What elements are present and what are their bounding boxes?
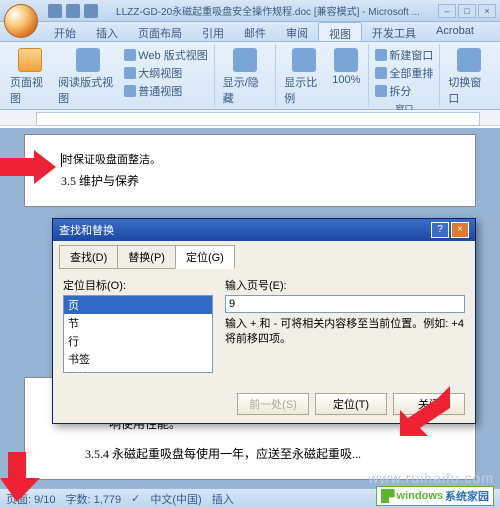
group-zoom: 显示比例 100% 显示比例 <box>276 44 369 107</box>
page-number-label: 输入页号(E): <box>225 277 465 293</box>
previous-button: 前一处(S) <box>237 393 309 415</box>
reading-view-button[interactable]: 阅读版式视图 <box>54 46 122 108</box>
list-item[interactable]: 批注 <box>64 368 212 373</box>
tab-insert[interactable]: 插入 <box>86 22 128 41</box>
dialog-tabs: 查找(D) 替换(P) 定位(G) <box>53 241 475 269</box>
tab-review[interactable]: 审阅 <box>276 22 318 41</box>
dialog-title: 查找和替换 <box>59 222 114 238</box>
dialog-tab-goto[interactable]: 定位(G) <box>175 245 235 269</box>
zoom-100-button[interactable]: 100% <box>328 46 364 108</box>
undo-icon[interactable] <box>66 4 80 18</box>
close-window-button[interactable]: × <box>478 4 496 18</box>
annotation-arrow <box>0 150 56 184</box>
page-view-button[interactable]: 页面视图 <box>6 46 54 108</box>
annotation-arrow <box>0 452 40 502</box>
switch-window-icon <box>457 48 481 72</box>
redo-icon[interactable] <box>84 4 98 18</box>
maximize-button[interactable]: □ <box>458 4 476 18</box>
dialog-tab-find[interactable]: 查找(D) <box>59 245 118 269</box>
status-proofing[interactable]: ✓ <box>131 492 140 505</box>
document-page[interactable]: 时保证吸盘面整洁。 3.5 维护与保养 <box>24 134 476 207</box>
annotation-arrow <box>400 386 450 436</box>
status-language[interactable]: 中文(中国) <box>150 491 201 507</box>
page-view-icon <box>18 48 42 72</box>
ribbon-tabs: 开始 插入 页面布局 引用 邮件 审阅 视图 开发工具 Acrobat <box>0 22 500 42</box>
tab-references[interactable]: 引用 <box>192 22 234 41</box>
list-item[interactable]: 页 <box>64 296 212 314</box>
zoom-icon <box>292 48 316 72</box>
save-icon[interactable] <box>48 4 62 18</box>
group-switch-macro: 切换窗口 宏 <box>440 44 498 107</box>
site-watermark: www.ruihaifu.com <box>368 470 494 486</box>
doc-text: 3.5.4 永磁起重吸盘每使用一年，应送至永磁起重吸... <box>61 444 439 466</box>
group-window: 新建窗口 全部重排 拆分 窗口 <box>369 44 440 107</box>
goto-target-listbox[interactable]: 页 节 行 书签 批注 脚注 <box>63 295 213 373</box>
page-number-input[interactable] <box>225 295 465 313</box>
ribbon: 页面视图 阅读版式视图 Web 版式视图 大纲视图 普通视图 文档视图 显示/隐… <box>0 42 500 110</box>
group-document-views: 页面视图 阅读版式视图 Web 版式视图 大纲视图 普通视图 文档视图 <box>2 44 215 107</box>
list-item[interactable]: 行 <box>64 332 212 350</box>
switch-window-button[interactable]: 切换窗口 <box>444 46 494 108</box>
tab-view[interactable]: 视图 <box>318 22 362 41</box>
doc-text: 时保证吸盘面整洁。 <box>62 154 161 166</box>
minimize-button[interactable]: – <box>438 4 456 18</box>
doc-text: 3.5 维护与保养 <box>61 171 439 193</box>
tab-developer[interactable]: 开发工具 <box>362 22 426 41</box>
reading-view-icon <box>76 48 100 72</box>
check-icon: ✓ <box>131 492 140 505</box>
zoom-button[interactable]: 显示比例 <box>280 46 328 108</box>
quick-access-toolbar <box>48 4 98 18</box>
show-hide-icon <box>233 48 257 72</box>
new-window-button[interactable]: 新建窗口 <box>373 46 435 64</box>
zoom-100-icon <box>334 48 358 72</box>
goto-hint: 输入 + 和 - 可将相关内容移至当前位置。例如: +4 将前移四项。 <box>225 317 465 348</box>
show-hide-button[interactable]: 显示/隐藏 <box>219 46 272 108</box>
split-icon <box>375 85 387 97</box>
tab-mailings[interactable]: 邮件 <box>234 22 276 41</box>
office-orb-button[interactable] <box>4 4 38 38</box>
normal-view-button[interactable]: 普通视图 <box>122 82 209 100</box>
watermark-logo: windows系统家园 <box>376 486 494 506</box>
tab-home[interactable]: 开始 <box>44 22 86 41</box>
dialog-close-button[interactable]: × <box>451 222 469 238</box>
outline-view-button[interactable]: 大纲视图 <box>122 64 209 82</box>
windows-flag-icon <box>381 489 395 503</box>
arrange-icon <box>375 67 387 79</box>
normal-view-icon <box>124 85 136 97</box>
tab-acrobat[interactable]: Acrobat <box>426 22 484 41</box>
arrange-all-button[interactable]: 全部重排 <box>373 64 435 82</box>
dialog-body: 定位目标(O): 页 节 行 书签 批注 脚注 输入页号(E): 输入 + 和 … <box>53 269 475 385</box>
tab-page-layout[interactable]: 页面布局 <box>128 22 192 41</box>
dialog-tab-replace[interactable]: 替换(P) <box>117 245 176 269</box>
goto-target-label: 定位目标(O): <box>63 277 213 293</box>
new-window-icon <box>375 49 387 61</box>
dialog-title-bar[interactable]: 查找和替换 ? × <box>53 219 475 241</box>
status-insert-mode[interactable]: 插入 <box>212 491 234 507</box>
window-title: LLZZ-GD-20永磁起重吸盘安全操作规程.doc [兼容模式] - Micr… <box>98 3 438 18</box>
goto-button[interactable]: 定位(T) <box>315 393 387 415</box>
list-item[interactable]: 书签 <box>64 350 212 368</box>
status-word-count[interactable]: 字数: 1,779 <box>66 491 122 507</box>
split-button[interactable]: 拆分 <box>373 82 435 100</box>
list-item[interactable]: 节 <box>64 314 212 332</box>
horizontal-ruler[interactable] <box>0 110 500 126</box>
group-show-hide: 显示/隐藏 显示/隐藏 <box>215 44 277 107</box>
title-bar: LLZZ-GD-20永磁起重吸盘安全操作规程.doc [兼容模式] - Micr… <box>0 0 500 22</box>
outline-icon <box>124 67 136 79</box>
web-layout-icon <box>124 49 136 61</box>
dialog-help-button[interactable]: ? <box>431 222 449 238</box>
web-layout-button[interactable]: Web 版式视图 <box>122 46 209 64</box>
